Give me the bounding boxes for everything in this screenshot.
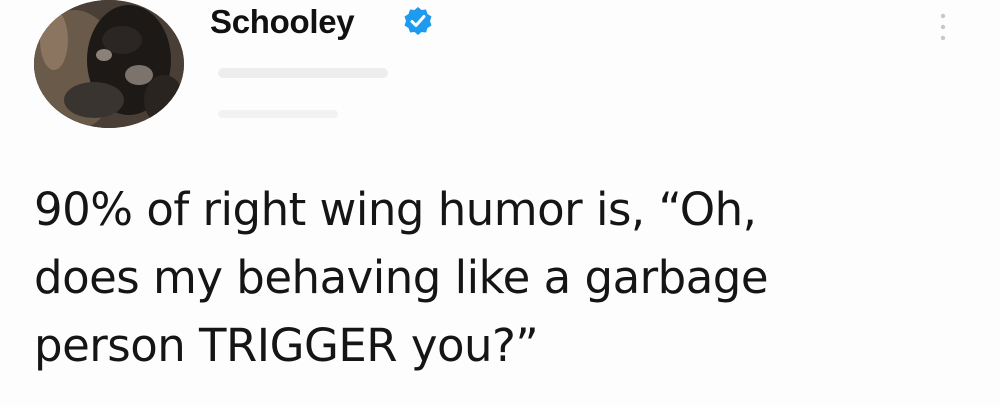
tweet-text-line: does my behaving like a garbage [34,251,769,304]
tweet-text: 90% of right wing humor is, “Oh, does my… [34,176,974,380]
author-avatar[interactable] [34,0,184,128]
author-handle-blur [218,68,388,78]
author-display-name[interactable]: Schooley [210,2,355,42]
tweet-card: Schooley 90% of right wing humor is, “Oh… [0,0,1000,407]
author-meta-blur [218,110,338,118]
verified-badge-icon [404,7,432,35]
more-options-icon[interactable] [936,10,950,44]
tweet-text-line: person TRIGGER you?” [34,319,539,372]
tweet-text-line: 90% of right wing humor is, “Oh, [34,183,757,236]
dog-avatar-icon [34,0,184,128]
